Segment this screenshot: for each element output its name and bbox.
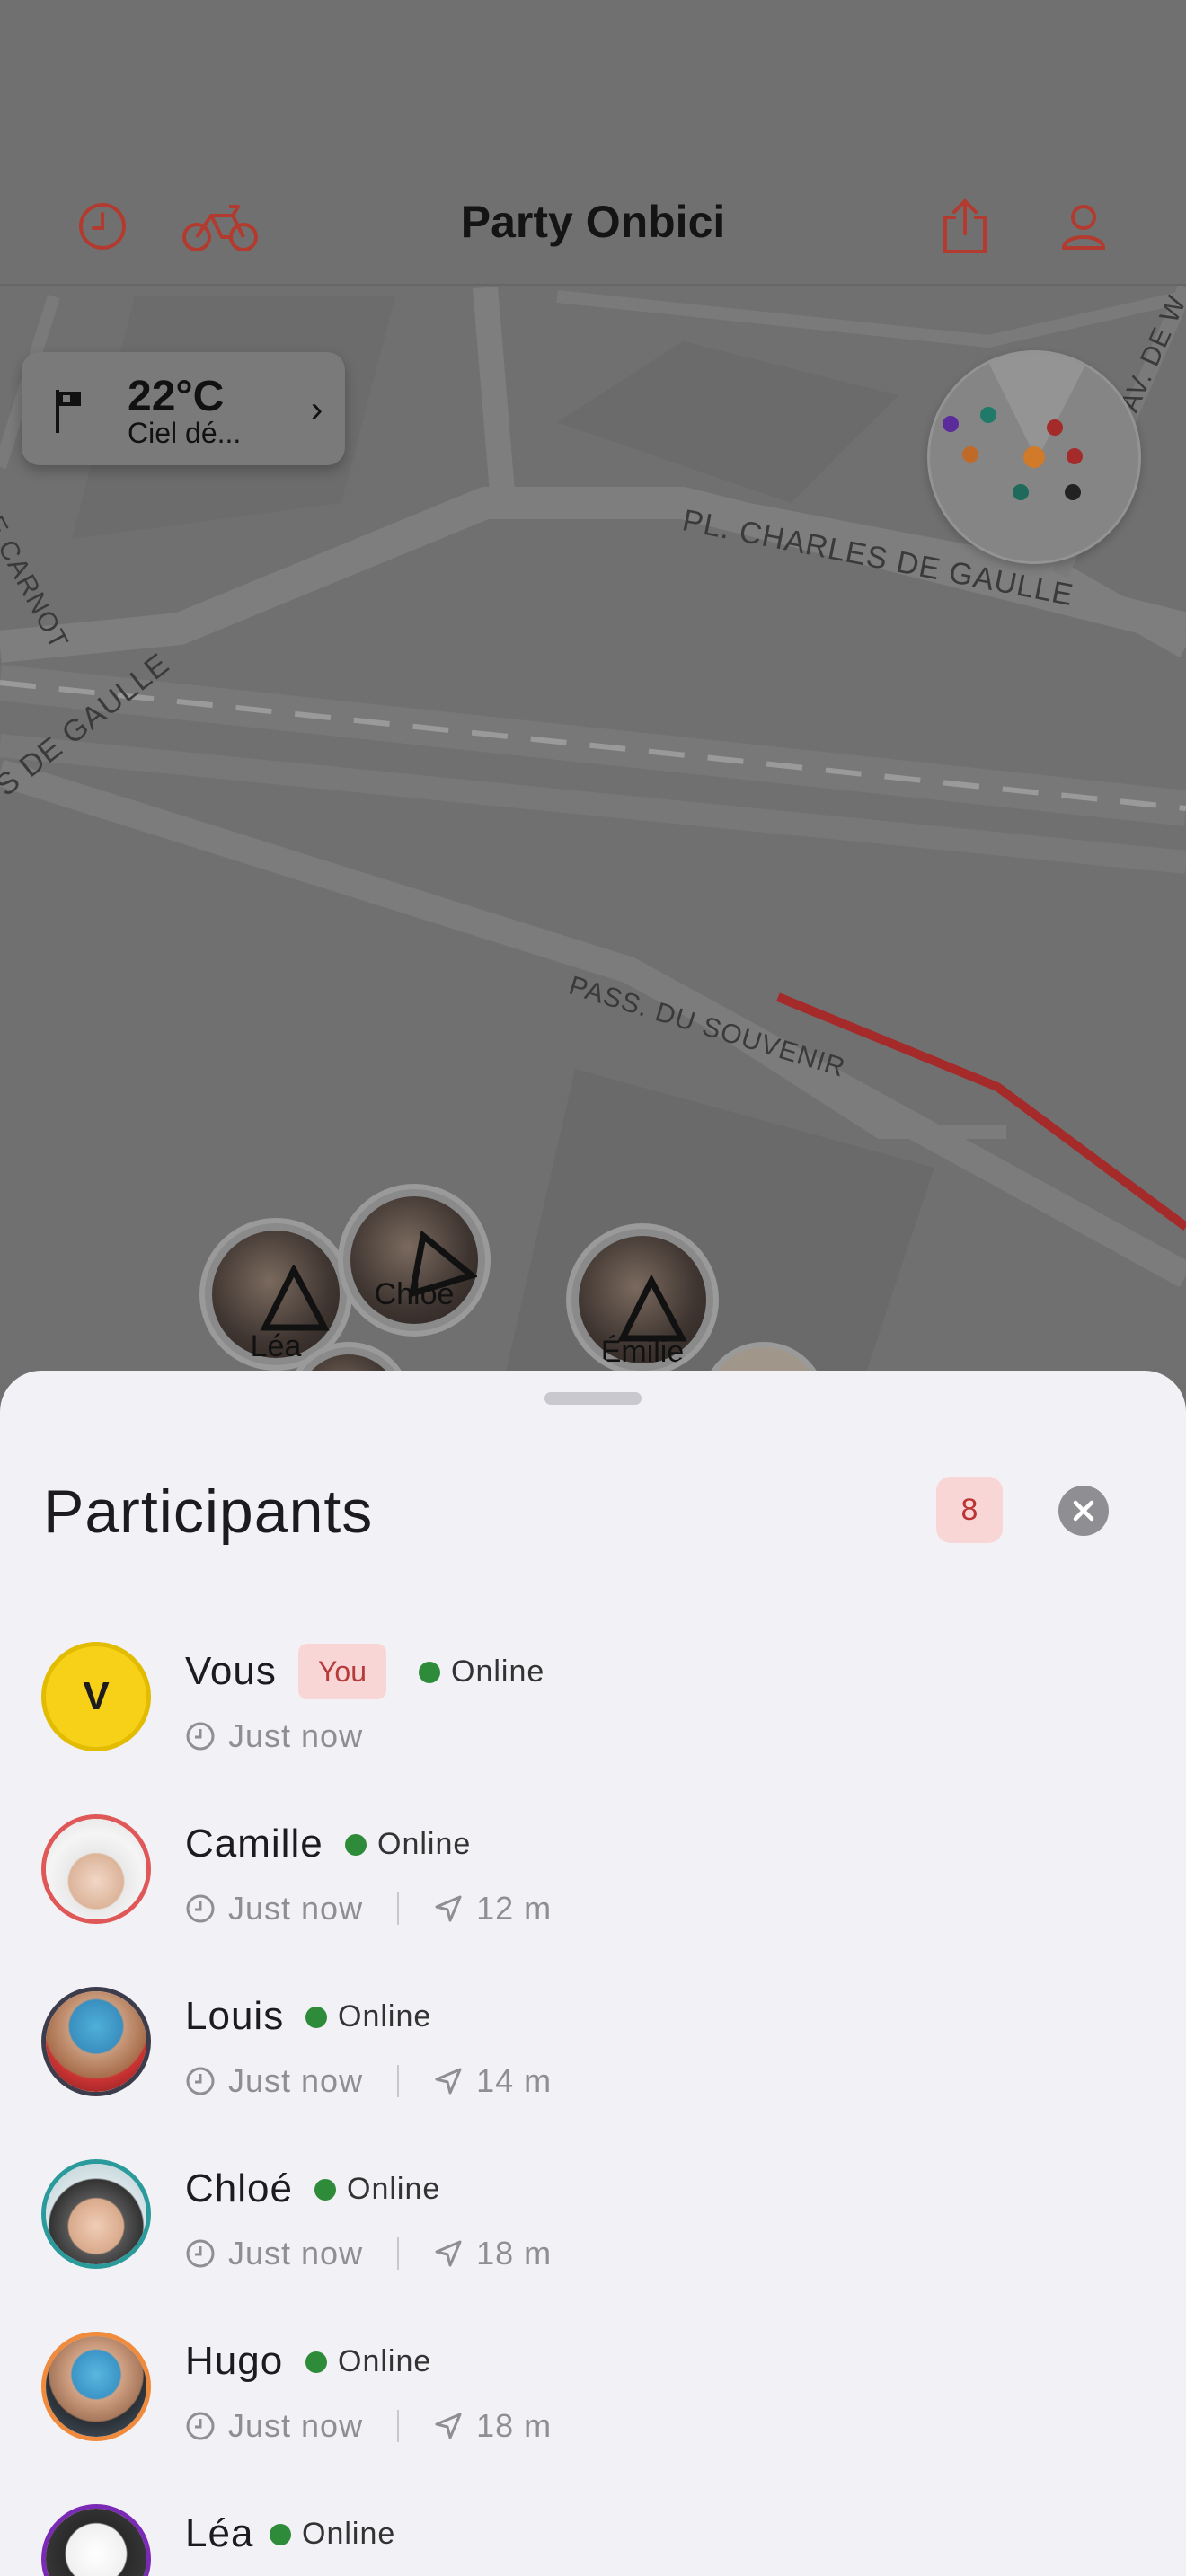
- participant-count-badge: 8: [936, 1477, 1003, 1543]
- you-badge: You: [298, 1644, 386, 1699]
- participant-row[interactable]: V Vous You Online Just now: [0, 1642, 1186, 1814]
- avatar: [41, 2332, 151, 2441]
- flag-icon: [56, 390, 81, 433]
- participant-row[interactable]: Chloé Online Just now 18 m: [0, 2159, 1186, 2332]
- avatar: [41, 2504, 151, 2576]
- map-marker[interactable]: Émilie: [566, 1223, 719, 1376]
- share-icon[interactable]: [929, 190, 1001, 262]
- distance: 12 m: [476, 1890, 553, 1927]
- location-arrow-icon: [435, 1895, 462, 1922]
- status-online: Online: [270, 2517, 395, 2552]
- participant-name: Camille: [185, 1822, 323, 1866]
- marker-label: Émilie: [600, 1335, 685, 1369]
- distance: 18 m: [476, 2407, 553, 2444]
- participant-row[interactable]: Camille Online Just now 12 m: [0, 1814, 1186, 1987]
- last-seen: Just now: [228, 1717, 364, 1754]
- clock-icon: [186, 1894, 215, 1923]
- weather-temperature: 22°C: [128, 373, 225, 420]
- status-online: Online: [305, 2344, 431, 2379]
- distance: 18 m: [476, 2235, 553, 2272]
- last-seen: Just now: [228, 2062, 364, 2099]
- sheet-grabber[interactable]: [544, 1392, 642, 1405]
- minimap-dot: [980, 407, 996, 423]
- participant-name: Vous: [185, 1649, 277, 1693]
- minimap-dot: [1065, 484, 1081, 500]
- map-marker[interactable]: Chloé: [338, 1184, 491, 1337]
- status-online: Online: [314, 2172, 440, 2207]
- participant-name: Chloé: [185, 2166, 293, 2210]
- weather-card[interactable]: 22°C Ciel dé... ›: [22, 352, 345, 465]
- navigation-bar: Party Onbici: [0, 0, 1186, 286]
- status-online: Online: [305, 1999, 431, 2034]
- sheet-title: Participants: [43, 1478, 374, 1546]
- location-arrow-icon: [435, 2413, 462, 2439]
- map-view[interactable]: PL. CHARLES DE GAULLE PASS. DU SOUVENIR …: [0, 0, 1186, 1383]
- participant-name: Hugo: [185, 2339, 284, 2383]
- status-online: Online: [345, 1827, 471, 1862]
- avatar: [41, 1814, 151, 1924]
- participant-meta: Just now: [185, 1717, 363, 1755]
- participant-row[interactable]: Léa Online: [0, 2504, 1186, 2576]
- minimap-dot: [1013, 484, 1029, 500]
- participant-row[interactable]: Hugo Online Just now 18 m: [0, 2332, 1186, 2504]
- close-button[interactable]: [1058, 1486, 1109, 1536]
- close-icon: [1073, 1500, 1094, 1522]
- participant-meta: Just now 18 m: [185, 2407, 552, 2445]
- location-arrow-icon: [435, 2240, 462, 2267]
- clock-icon: [186, 2239, 215, 2268]
- avatar: [41, 2159, 151, 2269]
- minimap-dot: [1067, 448, 1083, 464]
- clock-icon: [186, 1722, 215, 1751]
- participant-row[interactable]: Louis Online Just now 14 m: [0, 1987, 1186, 2159]
- participant-name: Léa: [185, 2511, 254, 2555]
- minimap-dot: [943, 416, 959, 432]
- last-seen: Just now: [228, 2235, 364, 2272]
- clock-icon: [186, 2412, 215, 2440]
- minimap-dot: [1023, 446, 1045, 468]
- participants-sheet: Participants 8 V Vous You Online Just no…: [0, 1371, 1186, 2576]
- weather-description: Ciel dé...: [128, 417, 242, 449]
- minimap-dot: [962, 446, 978, 463]
- participant-name: Louis: [185, 1994, 285, 2038]
- status-online: Online: [419, 1654, 544, 1689]
- distance: 14 m: [476, 2062, 553, 2099]
- minimap-dot: [1047, 419, 1063, 436]
- chevron-right-icon: ›: [311, 390, 323, 429]
- participants-minimap[interactable]: [927, 350, 1141, 564]
- marker-label: Chloé: [374, 1277, 455, 1311]
- last-seen: Just now: [228, 1890, 364, 1927]
- location-arrow-icon: [435, 2068, 462, 2095]
- person-icon[interactable]: [1048, 190, 1120, 262]
- participant-meta: Just now 18 m: [185, 2235, 552, 2272]
- avatar: [41, 1987, 151, 2096]
- participant-meta: Just now 14 m: [185, 2062, 552, 2100]
- last-seen: Just now: [228, 2407, 364, 2444]
- participant-meta: Just now 12 m: [185, 1890, 552, 1928]
- clock-icon: [186, 2067, 215, 2095]
- avatar: V: [41, 1642, 151, 1751]
- app-title: Party Onbici: [460, 197, 726, 247]
